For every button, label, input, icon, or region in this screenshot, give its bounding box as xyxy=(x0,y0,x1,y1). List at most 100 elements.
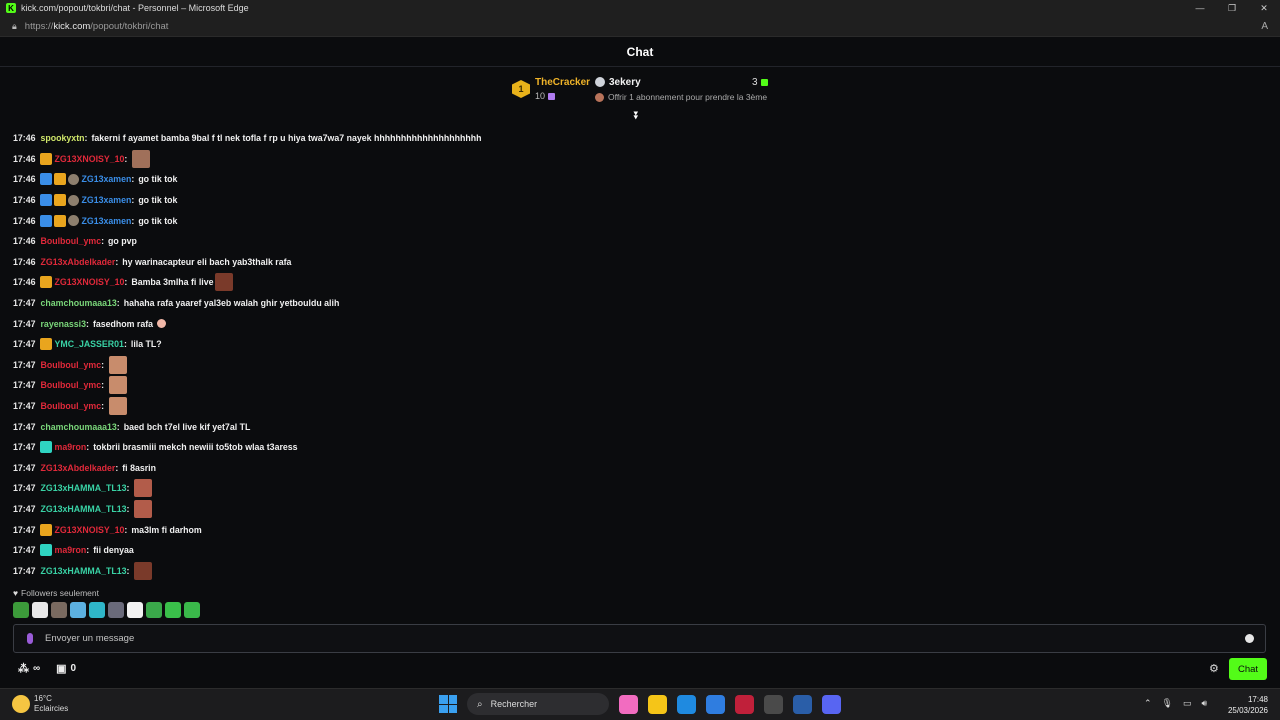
message-username[interactable]: YMC_JASSER01 xyxy=(55,339,124,349)
username-separator: : xyxy=(84,133,88,144)
username-separator: : xyxy=(124,277,128,288)
quick-emote-icon[interactable] xyxy=(127,602,143,618)
crown-badge-icon xyxy=(39,338,52,351)
username-separator: : xyxy=(86,545,90,556)
face-badge-icon xyxy=(67,215,79,227)
volume-icon[interactable]: 🔊︎ xyxy=(1202,698,1208,709)
message-username[interactable]: ZG13xHAMMA_TL13 xyxy=(41,566,127,576)
message-username[interactable]: Boulboul_ymc xyxy=(41,380,102,390)
quick-emote-icon[interactable] xyxy=(184,602,200,618)
lock-icon[interactable]: 🔒︎ xyxy=(12,21,17,32)
message-username[interactable]: ZG13xamen xyxy=(82,174,132,184)
chat-input-box[interactable] xyxy=(13,624,1266,653)
message-username[interactable]: ZG13XNOISY_10 xyxy=(55,154,125,164)
scroll-to-bottom-icon[interactable]: ⏬︎ xyxy=(634,110,640,123)
leader-2-name[interactable]: 3ekery xyxy=(609,77,641,88)
send-chat-button[interactable]: Chat xyxy=(1229,658,1267,680)
gift-icon xyxy=(548,93,556,101)
quick-emote-icon[interactable] xyxy=(165,602,181,618)
message-timestamp: 17:47 xyxy=(13,298,36,309)
message-text: hahaha rafa yaaref yal3eb walah ghir yet… xyxy=(123,298,340,309)
heart-icon: ♥ xyxy=(13,588,19,598)
message-username[interactable]: Boulboul_ymc xyxy=(41,401,102,411)
microphone-icon[interactable] xyxy=(27,633,33,644)
quick-emote-icon[interactable] xyxy=(13,602,29,618)
network-icon[interactable]: ▭ xyxy=(1183,698,1192,709)
windows-start-icon[interactable] xyxy=(439,695,457,713)
gift-count: 0 xyxy=(70,663,77,674)
emote-icon xyxy=(134,479,153,498)
close-icon[interactable]: ✕ xyxy=(1248,0,1280,16)
taskbar-app-icon[interactable] xyxy=(822,694,841,714)
message-username[interactable]: ZG13xamen xyxy=(82,195,132,205)
taskbar-app-icon[interactable] xyxy=(764,694,783,714)
emote-icon xyxy=(132,149,151,168)
message-username[interactable]: Boulboul_ymc xyxy=(41,360,102,370)
message-username[interactable]: ZG13xamen xyxy=(82,216,132,226)
sub-badge-icon xyxy=(39,441,52,454)
weather-sun-icon xyxy=(12,695,30,713)
quick-emote-icon[interactable] xyxy=(32,602,48,618)
message-username[interactable]: ZG13xAbdelkader xyxy=(41,257,116,267)
address-bar[interactable]: 🔒︎ https://kick.com/popout/tokbri/chat A xyxy=(0,16,1280,37)
chat-message: 17:46 ZG13xAbdelkader: hy warinacapteur el… xyxy=(13,252,1263,273)
chat-message: 17:47 ZG13xHAMMA_TL13: xyxy=(13,560,1263,581)
message-username[interactable]: spookyxtn xyxy=(41,133,85,143)
system-clock[interactable]: 17:48 25/03/2026 xyxy=(1226,694,1268,716)
window-title: kick.com/popout/tokbri/chat - Personnel … xyxy=(21,3,249,13)
message-username[interactable]: ZG13xHAMMA_TL13 xyxy=(41,483,127,493)
minimize-icon[interactable]: — xyxy=(1184,0,1216,16)
taskbar-app-icon[interactable] xyxy=(677,694,696,714)
message-username[interactable]: ma9ron xyxy=(55,442,87,452)
taskbar-app-icon[interactable] xyxy=(648,694,667,714)
mic-tray-icon[interactable]: 🎙︎ xyxy=(1162,698,1173,709)
message-text: tokbrii brasmiii mekch newiii to5tob wla… xyxy=(93,442,298,453)
gift-box-icon[interactable]: ▣ xyxy=(56,662,66,675)
read-aloud-icon[interactable]: A xyxy=(1261,21,1268,32)
message-timestamp: 17:47 xyxy=(13,421,36,432)
crown-badge-icon xyxy=(53,173,66,186)
message-username[interactable]: Boulboul_ymc xyxy=(41,236,102,246)
taskbar-app-icon[interactable] xyxy=(735,694,754,714)
rank-3-medal-icon xyxy=(595,93,604,102)
settings-gear-icon[interactable]: ⚙ xyxy=(1209,662,1219,675)
taskbar-search[interactable]: ⌕ Rechercher xyxy=(467,693,609,715)
taskbar-app-icon[interactable] xyxy=(793,694,812,714)
chat-message: 17:47 ma9ron: tokbrii brasmiii mekch newii… xyxy=(13,437,1263,458)
leader-3-prompt[interactable]: Offrir 1 abonnement pour prendre la 3ème xyxy=(608,92,767,102)
message-timestamp: 17:46 xyxy=(13,153,36,164)
username-separator: : xyxy=(116,298,120,309)
leader-1-name[interactable]: TheCracker xyxy=(535,77,590,88)
message-text: go tik tok xyxy=(138,215,178,226)
kick-logo-icon: K xyxy=(6,3,16,13)
message-username[interactable]: ZG13xAbdelkader xyxy=(41,463,116,473)
message-username[interactable]: rayenassi3 xyxy=(41,319,87,329)
username-separator: : xyxy=(131,215,135,226)
message-username[interactable]: chamchoumaaa13 xyxy=(41,422,117,432)
taskbar-app-icon[interactable] xyxy=(706,694,725,714)
message-text: fii denyaa xyxy=(93,545,134,556)
chat-message: 17:46 ZG13XNOISY_10: Bamba 3mlha fi live xyxy=(13,272,1263,293)
restore-icon[interactable]: ❐ xyxy=(1216,0,1248,16)
message-input[interactable] xyxy=(45,633,1245,644)
message-username[interactable]: chamchoumaaa13 xyxy=(41,298,117,308)
quick-emote-icon[interactable] xyxy=(70,602,86,618)
taskbar-app-icon[interactable] xyxy=(619,694,638,714)
weather-widget[interactable]: 16°C Eclaircies xyxy=(12,694,68,714)
quick-emote-icon[interactable] xyxy=(89,602,105,618)
message-timestamp: 17:46 xyxy=(13,174,36,185)
message-username[interactable]: ZG13XNOISY_10 xyxy=(55,277,125,287)
url-text[interactable]: https://kick.com/popout/tokbri/chat xyxy=(25,21,169,32)
quick-emote-icon[interactable] xyxy=(108,602,124,618)
message-username[interactable]: ZG13xHAMMA_TL13 xyxy=(41,504,127,514)
kick-coins-icon[interactable]: ⁂ xyxy=(18,662,29,675)
message-timestamp: 17:46 xyxy=(13,277,36,288)
emoji-picker-icon[interactable] xyxy=(1245,634,1254,643)
message-username[interactable]: ZG13XNOISY_10 xyxy=(55,525,125,535)
chat-message: 17:47 ma9ron: fii denyaa xyxy=(13,540,1263,561)
quick-emote-icon[interactable] xyxy=(146,602,162,618)
chevron-up-icon[interactable]: ⌃ xyxy=(1144,698,1152,709)
message-username[interactable]: ma9ron xyxy=(55,545,87,555)
quick-emote-icon[interactable] xyxy=(51,602,67,618)
gift-leaderboard[interactable]: 1 TheCracker 10 3ekery 3 Offrir 1 abonne… xyxy=(510,72,780,108)
